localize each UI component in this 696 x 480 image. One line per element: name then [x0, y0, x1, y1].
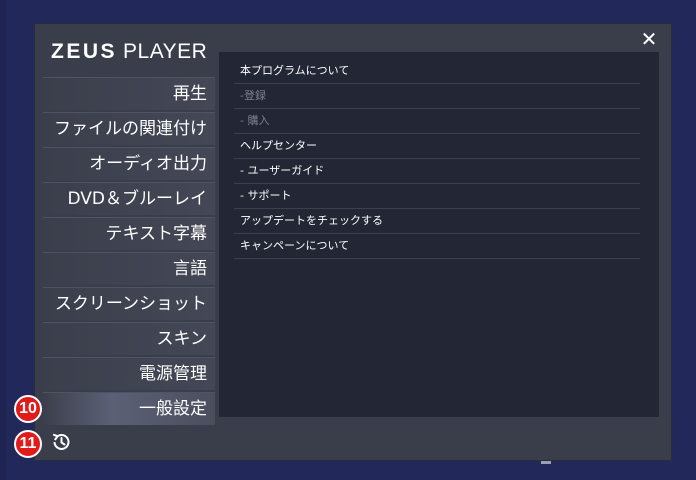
taskbar-mark — [541, 460, 551, 464]
sidebar-item-dvd-bluray[interactable]: DVD＆ブルーレイ — [43, 182, 215, 215]
logo-word-player: PLAYER — [123, 40, 208, 63]
annotation-badge-10: 10 — [14, 395, 42, 423]
sidebar-item-language[interactable]: 言語 — [43, 252, 215, 285]
menu-item-purchase: - 購入 — [234, 110, 640, 134]
app-logo: ZEUS PLAYER — [51, 40, 207, 66]
sidebar-item-screenshot[interactable]: スクリーンショット — [43, 287, 215, 320]
menu-item-campaign[interactable]: キャンペーンについて — [234, 235, 640, 259]
sidebar-item-file-association[interactable]: ファイルの関連付け — [43, 112, 215, 145]
sidebar-item-audio-output[interactable]: オーディオ出力 — [43, 147, 215, 180]
menu-item-register: -登録 — [234, 85, 640, 109]
history-icon[interactable] — [49, 430, 73, 454]
menu-item-user-guide[interactable]: - ユーザーガイド — [234, 160, 640, 184]
sidebar-item-general[interactable]: 一般設定 — [43, 392, 215, 425]
settings-sidebar: 再生 ファイルの関連付け オーディオ出力 DVD＆ブルーレイ テキスト字幕 言語… — [43, 77, 215, 427]
close-icon[interactable]: ✕ — [639, 29, 659, 49]
logo-word-zeus: ZEUS — [51, 40, 118, 63]
settings-dialog: ✕ ZEUS PLAYER 再生 ファイルの関連付け オーディオ出力 DVD＆ブル… — [35, 24, 671, 460]
menu-item-support[interactable]: - サポート — [234, 185, 640, 209]
menu-item-check-updates[interactable]: アップデートをチェックする — [234, 210, 640, 234]
sidebar-item-playback[interactable]: 再生 — [43, 77, 215, 110]
general-settings-panel: 本プログラムについて -登録 - 購入 ヘルプセンター - ユーザーガイド - … — [219, 52, 659, 417]
menu-item-about[interactable]: 本プログラムについて — [234, 60, 640, 84]
desktop-background — [0, 0, 6, 480]
menu-item-help-center[interactable]: ヘルプセンター — [234, 135, 640, 159]
annotation-badge-11: 11 — [14, 430, 42, 458]
sidebar-item-power[interactable]: 電源管理 — [43, 357, 215, 390]
general-menu-list: 本プログラムについて -登録 - 購入 ヘルプセンター - ユーザーガイド - … — [234, 60, 640, 259]
sidebar-item-skin[interactable]: スキン — [43, 322, 215, 355]
sidebar-item-subtitles[interactable]: テキスト字幕 — [43, 217, 215, 250]
